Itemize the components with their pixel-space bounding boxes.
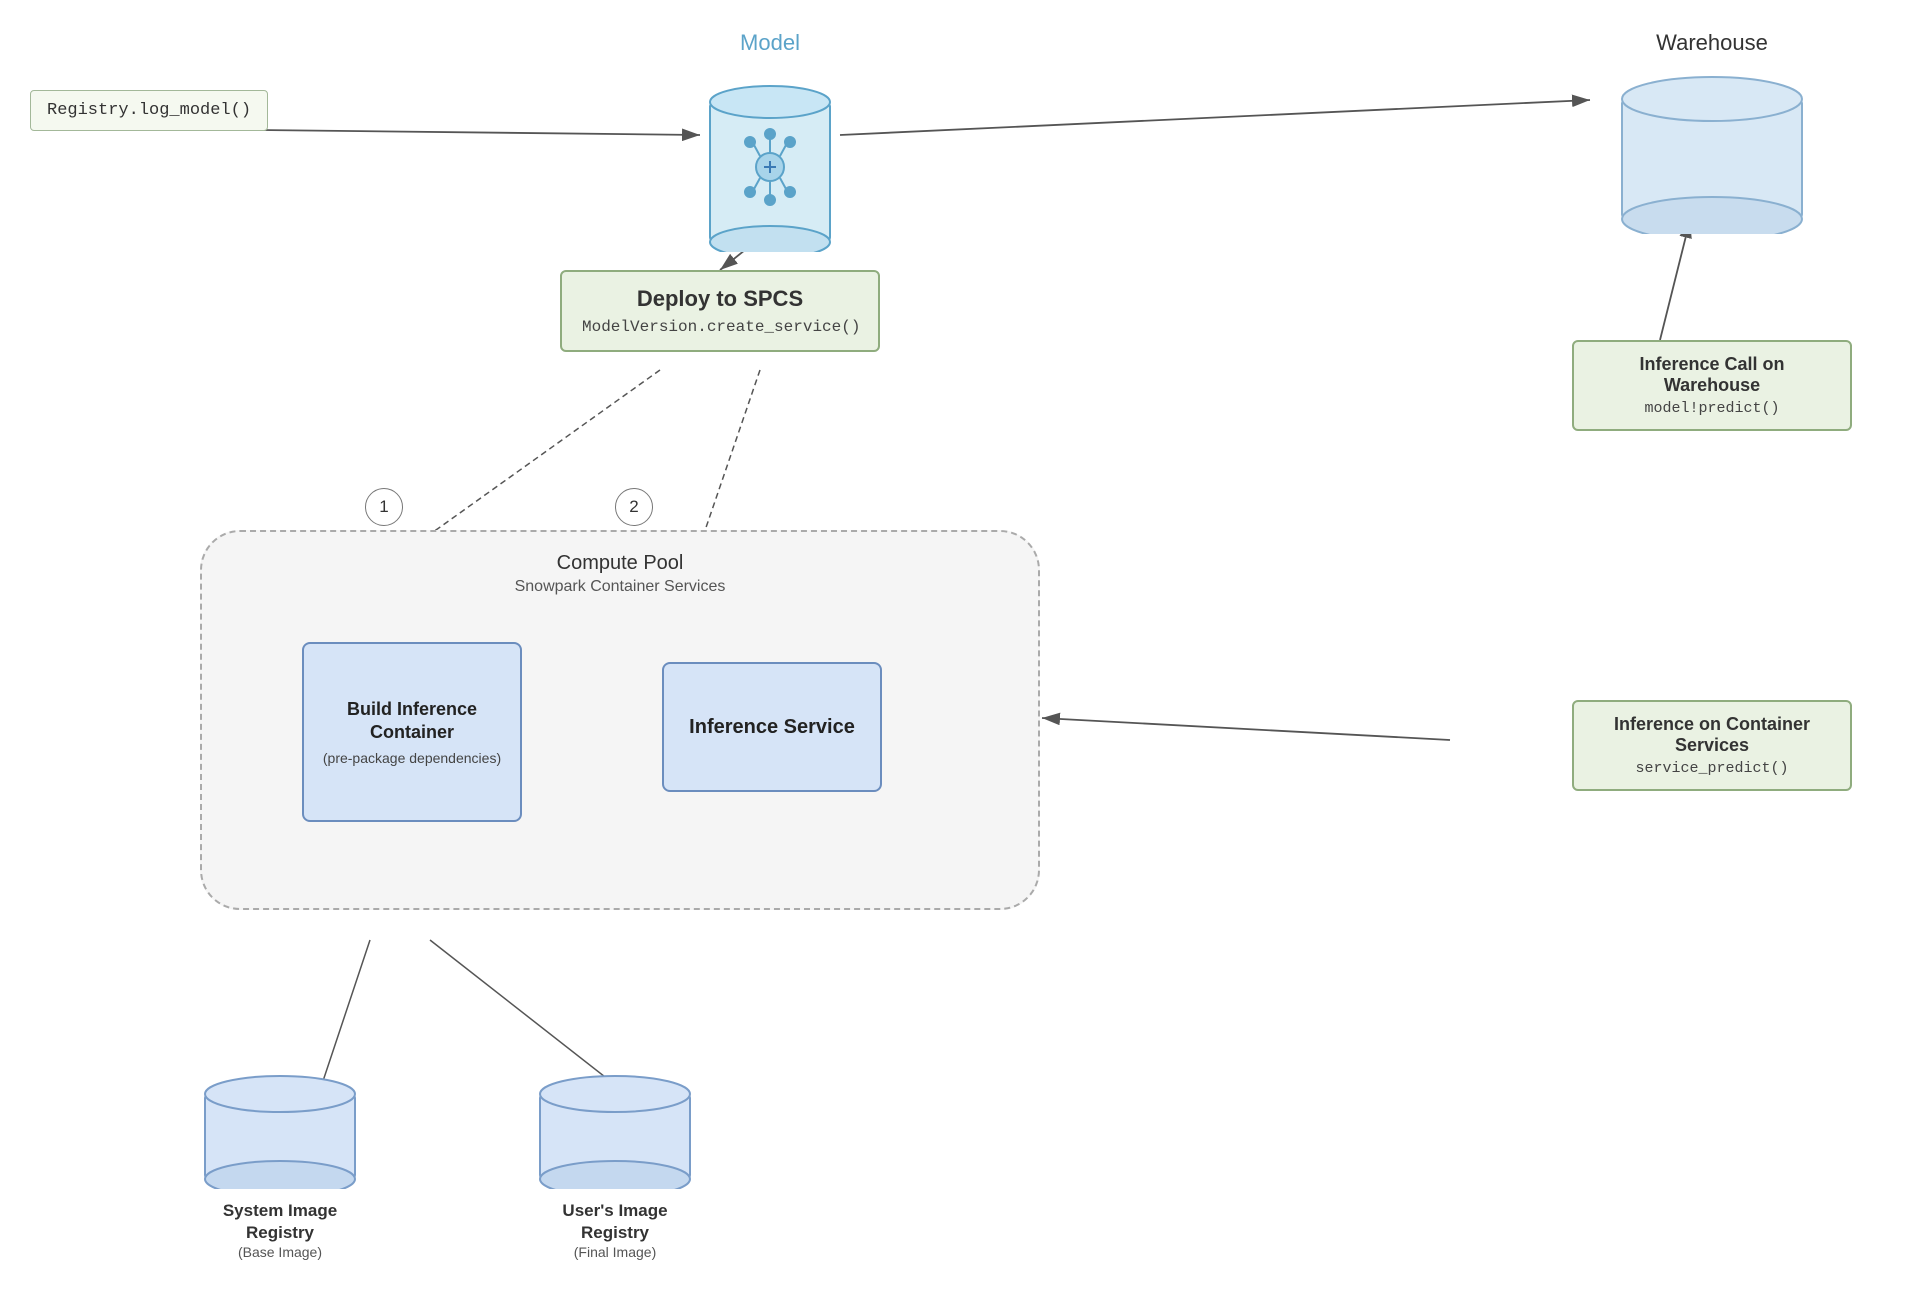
inference-container-code: service_predict() [1590,760,1834,777]
warehouse-label: Warehouse [1612,30,1812,56]
step2-badge: 2 [615,488,653,526]
build-inference-sub: (pre-package dependencies) [323,750,501,766]
warehouse-container: Warehouse [1612,30,1812,239]
inference-warehouse-code: model!predict() [1590,400,1834,417]
build-inference-container-box: Build Inference Container (pre-package d… [302,642,522,822]
model-cylinder: Model [700,30,840,252]
deploy-spcs-title: Deploy to SPCS [582,286,858,312]
compute-pool-title: Compute Pool [202,552,1038,575]
user-registry-svg [535,1069,695,1189]
diagram-container: Registry.log_model() Model [0,0,1932,1290]
build-inference-title: Build Inference Container [318,698,506,745]
user-registry-sub: (Final Image) [530,1244,700,1260]
inference-warehouse-box: Inference Call on Warehouse model!predic… [1572,340,1852,431]
step1-label: 1 [379,497,388,517]
inference-warehouse-title: Inference Call on Warehouse [1590,354,1834,396]
warehouse-cylinder-svg [1612,64,1812,234]
user-image-registry: User's Image Registry (Final Image) [530,1069,700,1260]
registry-log-model-code: Registry.log_model() [47,101,251,120]
system-image-registry: System Image Registry (Base Image) [195,1069,365,1260]
step2-label: 2 [629,497,638,517]
deploy-spcs-code: ModelVersion.create_service() [582,318,858,336]
sys-registry-sub: (Base Image) [195,1244,365,1260]
model-cylinder-svg [705,62,835,252]
user-registry-label: User's Image Registry [530,1200,700,1244]
step1-badge: 1 [365,488,403,526]
inference-container-title: Inference on Container Services [1590,714,1834,756]
compute-pool-subtitle: Snowpark Container Services [202,578,1038,596]
inference-container-services-box: Inference on Container Services service_… [1572,700,1852,791]
inference-service-box: Inference Service [662,662,882,792]
model-label: Model [700,30,840,56]
registry-log-model-box: Registry.log_model() [30,90,268,131]
compute-pool-container: Compute Pool Snowpark Container Services… [200,530,1040,910]
deploy-spcs-box: Deploy to SPCS ModelVersion.create_servi… [560,270,880,352]
sys-registry-label: System Image Registry [195,1200,365,1244]
sys-registry-svg [200,1069,360,1189]
inference-service-title: Inference Service [689,716,855,739]
